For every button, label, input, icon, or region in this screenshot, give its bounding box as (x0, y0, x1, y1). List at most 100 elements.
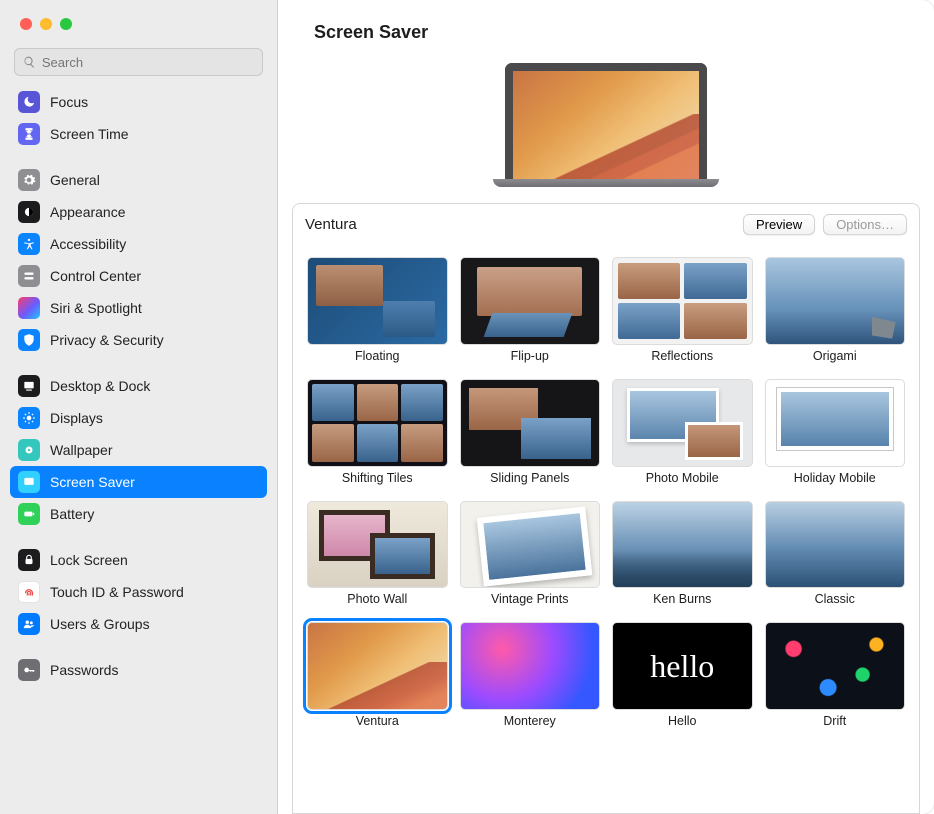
saver-thumbnail: hello (612, 622, 753, 710)
general-icon (18, 169, 40, 191)
laptop-graphic (505, 63, 707, 187)
close-button[interactable] (20, 18, 32, 30)
saver-drift[interactable]: Drift (765, 622, 906, 728)
saver-sliding-panels[interactable]: Sliding Panels (460, 379, 601, 485)
saver-thumbnail (460, 501, 601, 589)
touch-id-icon (18, 581, 40, 603)
desktop-dock-icon (18, 375, 40, 397)
search-field[interactable] (14, 48, 263, 76)
saver-origami[interactable]: Origami (765, 257, 906, 363)
saver-label: Photo Wall (347, 592, 407, 606)
saver-label: Flip-up (511, 349, 549, 363)
saver-label: Classic (815, 592, 855, 606)
saver-thumbnail (612, 379, 753, 467)
saver-label: Floating (355, 349, 399, 363)
sidebar-item-label: Focus (50, 94, 88, 110)
sidebar-item-label: Screen Time (50, 126, 129, 142)
system-settings-window: Focus Screen Time General Appearance Acc… (0, 0, 934, 814)
saver-thumbnail (307, 501, 448, 589)
saver-photo-wall[interactable]: Photo Wall (307, 501, 448, 607)
preview-button[interactable]: Preview (743, 214, 815, 235)
selected-saver-name: Ventura (305, 216, 735, 233)
sidebar-item-control-center[interactable]: Control Center (10, 260, 267, 292)
passwords-icon (18, 659, 40, 681)
sidebar-scroll[interactable]: Focus Screen Time General Appearance Acc… (0, 86, 277, 814)
sidebar-item-appearance[interactable]: Appearance (10, 196, 267, 228)
options-button[interactable]: Options… (823, 214, 907, 235)
sidebar-item-label: Users & Groups (50, 616, 150, 632)
sidebar-item-label: Siri & Spotlight (50, 300, 142, 316)
window-titlebar (0, 0, 277, 48)
saver-ken-burns[interactable]: Ken Burns (612, 501, 753, 607)
screen-time-icon (18, 123, 40, 145)
sidebar-item-privacy-security[interactable]: Privacy & Security (10, 324, 267, 356)
sidebar-item-lock-screen[interactable]: Lock Screen (10, 544, 267, 576)
saver-label: Origami (813, 349, 857, 363)
saver-thumbnail (460, 622, 601, 710)
sidebar-item-label: Privacy & Security (50, 332, 164, 348)
saver-thumbnail (460, 379, 601, 467)
sidebar-item-focus[interactable]: Focus (10, 86, 267, 118)
focus-icon (18, 91, 40, 113)
saver-monterey[interactable]: Monterey (460, 622, 601, 728)
saver-hello[interactable]: hello Hello (612, 622, 753, 728)
saver-vintage-prints[interactable]: Vintage Prints (460, 501, 601, 607)
sidebar-item-screen-saver[interactable]: Screen Saver (10, 466, 267, 498)
search-icon (23, 55, 36, 69)
sidebar-item-label: Battery (50, 506, 94, 522)
saver-thumbnail (765, 622, 906, 710)
saver-classic[interactable]: Classic (765, 501, 906, 607)
sidebar-item-label: Control Center (50, 268, 141, 284)
saver-thumbnail (612, 257, 753, 345)
saver-flip-up[interactable]: Flip-up (460, 257, 601, 363)
sidebar-item-users-groups[interactable]: Users & Groups (10, 608, 267, 640)
saver-photo-mobile[interactable]: Photo Mobile (612, 379, 753, 485)
main-content: Screen Saver Ventura Preview Options… Fl… (278, 0, 934, 814)
lock-screen-icon (18, 549, 40, 571)
saver-thumbnail (307, 622, 448, 710)
users-groups-icon (18, 613, 40, 635)
sidebar-item-screen-time[interactable]: Screen Time (10, 118, 267, 150)
sidebar-item-label: Displays (50, 410, 103, 426)
saver-thumbnail (307, 379, 448, 467)
saver-thumbnail (460, 257, 601, 345)
sidebar-item-accessibility[interactable]: Accessibility (10, 228, 267, 260)
saver-grid-scroll[interactable]: Floating Flip-up Reflections Origami Shi… (292, 245, 920, 814)
saver-thumbnail (765, 501, 906, 589)
sidebar-item-desktop-dock[interactable]: Desktop & Dock (10, 370, 267, 402)
control-center-icon (18, 265, 40, 287)
saver-reflections[interactable]: Reflections (612, 257, 753, 363)
saver-label: Reflections (651, 349, 713, 363)
saver-thumbnail (612, 501, 753, 589)
sidebar-item-label: Lock Screen (50, 552, 128, 568)
saver-thumbnail (765, 257, 906, 345)
sidebar-item-passwords[interactable]: Passwords (10, 654, 267, 686)
page-title: Screen Saver (278, 0, 934, 57)
saver-ventura[interactable]: Ventura (307, 622, 448, 728)
accessibility-icon (18, 233, 40, 255)
siri-icon (18, 297, 40, 319)
sidebar-item-siri-spotlight[interactable]: Siri & Spotlight (10, 292, 267, 324)
sidebar-item-label: Passwords (50, 662, 118, 678)
sidebar-item-general[interactable]: General (10, 164, 267, 196)
saver-label: Holiday Mobile (794, 471, 876, 485)
saver-thumbnail (307, 257, 448, 345)
saver-floating[interactable]: Floating (307, 257, 448, 363)
saver-label: Monterey (504, 714, 556, 728)
sidebar-item-displays[interactable]: Displays (10, 402, 267, 434)
appearance-icon (18, 201, 40, 223)
zoom-button[interactable] (60, 18, 72, 30)
sidebar-item-wallpaper[interactable]: Wallpaper (10, 434, 267, 466)
privacy-icon (18, 329, 40, 351)
saver-label: Vintage Prints (491, 592, 569, 606)
sidebar-item-touch-id[interactable]: Touch ID & Password (10, 576, 267, 608)
sidebar-item-battery[interactable]: Battery (10, 498, 267, 530)
saver-holiday-mobile[interactable]: Holiday Mobile (765, 379, 906, 485)
saver-shifting-tiles[interactable]: Shifting Tiles (307, 379, 448, 485)
saver-label: Hello (668, 714, 697, 728)
search-input[interactable] (42, 55, 254, 70)
saver-label: Ventura (356, 714, 399, 728)
minimize-button[interactable] (40, 18, 52, 30)
saver-thumbnail (765, 379, 906, 467)
saver-label: Ken Burns (653, 592, 711, 606)
